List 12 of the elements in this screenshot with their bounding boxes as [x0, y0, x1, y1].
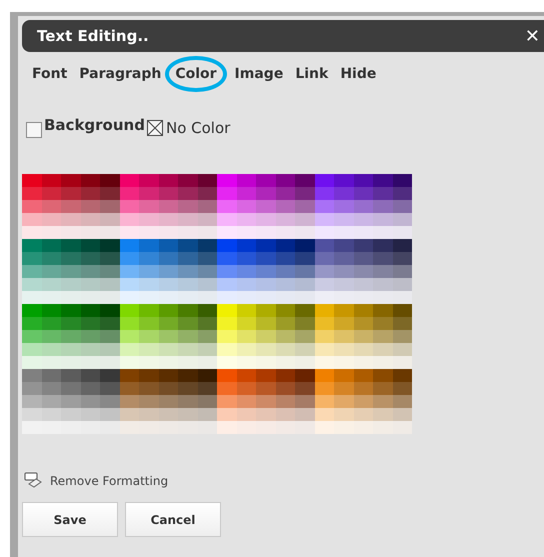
background-label: Background [44, 116, 145, 134]
no-color-label: No Color [166, 119, 230, 137]
eraser-icon[interactable] [24, 472, 44, 490]
close-button[interactable]: ✕ [524, 26, 540, 46]
dialog-button[interactable]: Cancel [125, 502, 221, 537]
color-palette[interactable] [22, 174, 412, 434]
no-color-icon[interactable] [146, 120, 163, 136]
background-checkbox[interactable] [26, 122, 42, 138]
window-title: Text Editing.. [37, 27, 149, 45]
dialog-button[interactable]: Save [22, 502, 118, 537]
tab[interactable]: Color [165, 56, 227, 92]
remove-formatting-link[interactable]: Remove Formatting [50, 474, 168, 488]
